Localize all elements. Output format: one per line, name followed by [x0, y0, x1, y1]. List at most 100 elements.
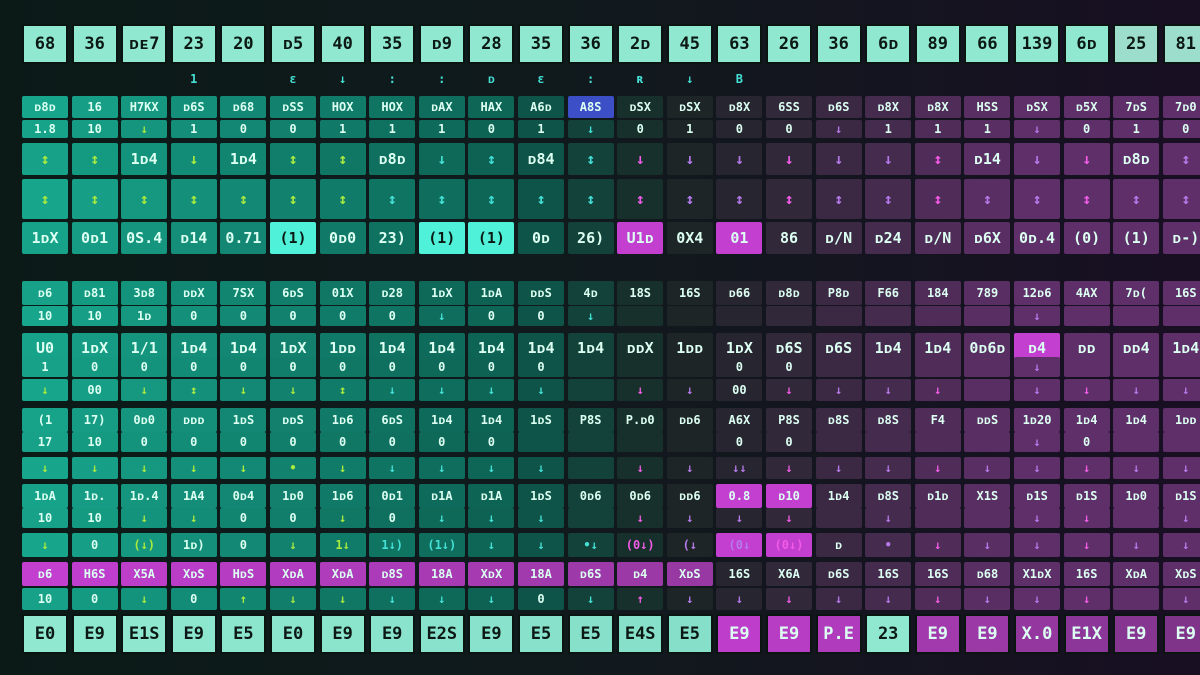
grid-cell — [666, 357, 713, 377]
grid-cell: ᴅ84 — [518, 143, 564, 175]
footer-cell: E5 — [567, 614, 614, 654]
grid-cell: ᴅ1A — [418, 484, 465, 508]
grid-cell: ↕ — [666, 179, 713, 219]
grid-cell: 1ᴅ6 — [319, 484, 366, 508]
grid-cell: ᴅ-) — [1162, 222, 1200, 254]
grid-cell: 16S — [1162, 281, 1200, 305]
grid-cell: 6SS — [766, 96, 812, 118]
grid-cell: ᴅ8S — [815, 408, 862, 432]
grid-cell: 1 — [914, 120, 961, 138]
grid-cell: ↓ — [468, 457, 515, 479]
grid-cell: 1 — [518, 120, 564, 138]
footer-cell: P.E — [815, 614, 862, 654]
grid-cell — [815, 432, 862, 452]
grid-cell: ᴅSX — [1014, 96, 1060, 118]
grid-cell: 0 — [766, 432, 812, 452]
grid-cell: 17 — [22, 432, 68, 452]
grid-cell: ᴅ14 — [964, 143, 1011, 175]
grid-cell: ↓ — [518, 508, 564, 528]
grid-cell — [1063, 357, 1110, 377]
grid-cell: ↓ — [567, 120, 614, 138]
header-mark: : — [586, 72, 595, 86]
grid-cell: 1.8 — [22, 120, 68, 138]
grid-cell: ↕ — [1063, 179, 1110, 219]
grid-cell: 0 — [170, 588, 217, 610]
grid-cell: ᴅSS — [270, 96, 316, 118]
grid-cell: ↓ — [865, 588, 912, 610]
grid-cell: F66 — [865, 281, 912, 305]
grid-cell: ↓ — [369, 457, 416, 479]
grid-cell: ᴅ1A — [468, 484, 515, 508]
grid-cell: ᴅ8ᴅ — [22, 96, 68, 118]
grid-cell: 10 — [22, 508, 68, 528]
grid-cell: 1↓) — [369, 533, 416, 557]
grid-cell: ↓ — [815, 457, 862, 479]
grid-cell — [914, 306, 961, 326]
grid-cell: ᴅ8X — [716, 96, 763, 118]
grid-cell: 17) — [71, 408, 118, 432]
grid-cell: ↓ — [964, 533, 1011, 557]
header-cell: 68 — [22, 24, 68, 64]
grid-cell: 7ᴅS — [1113, 96, 1160, 118]
grid-cell — [914, 357, 961, 377]
grid-cell: ↓ — [418, 379, 465, 401]
grid-cell: 0 — [369, 432, 416, 452]
grid-cell: ᴅ1S — [1014, 484, 1060, 508]
grid-cell: ↓ — [567, 306, 614, 326]
grid-cell: ↓ — [418, 306, 465, 326]
grid-cell: ᴅ5X — [1063, 96, 1110, 118]
grid-cell — [1113, 508, 1160, 528]
grid-cell: ↓ — [220, 457, 267, 479]
grid-cell: 0 — [468, 432, 515, 452]
grid-cell: ↓ — [418, 457, 465, 479]
footer-cell: E9 — [964, 614, 1011, 654]
grid-cell: 1ᴅ4 — [418, 408, 465, 432]
header-cell: 40 — [319, 24, 366, 64]
grid-cell: ↕ — [319, 179, 366, 219]
grid-cell — [865, 432, 912, 452]
grid-cell: ᴅ28 — [369, 281, 416, 305]
grid-cell — [617, 432, 664, 452]
footer-cell: E1S — [121, 614, 168, 654]
grid-cell: ↕ — [170, 379, 217, 401]
grid-cell — [567, 357, 614, 377]
grid-cell — [865, 357, 912, 377]
footer-cell: E0 — [22, 614, 68, 654]
grid-cell — [815, 306, 862, 326]
grid-cell: ᴅ6S — [170, 96, 217, 118]
footer-cell: E1X — [1063, 614, 1110, 654]
grid-cell: ↓ — [1014, 508, 1060, 528]
grid-cell: ↕ — [567, 143, 614, 175]
grid-cell: ᴅ1S — [1162, 484, 1200, 508]
grid-cell: 0 — [617, 120, 664, 138]
grid-cell — [567, 432, 614, 452]
grid-cell: A8S — [567, 96, 614, 118]
grid-cell: 0 — [170, 357, 217, 377]
grid-cell — [1113, 432, 1160, 452]
header-mark: ↓ — [686, 72, 694, 86]
grid-cell: XᴅA — [1113, 562, 1160, 586]
grid-cell: ↓ — [270, 588, 316, 610]
grid-cell: ᴅSX — [617, 96, 664, 118]
grid-cell: ↕ — [1162, 179, 1200, 219]
grid-cell: ↓ — [121, 457, 168, 479]
grid-cell: ᴅ8X — [865, 96, 912, 118]
grid-cell — [1113, 306, 1160, 326]
grid-cell: 0 — [418, 357, 465, 377]
grid-cell: ↕ — [914, 179, 961, 219]
grid-cell: ↓ — [617, 508, 664, 528]
grid-cell: ↓ — [121, 120, 168, 138]
grid-cell: ↓ — [865, 143, 912, 175]
grid-cell: ↓ — [319, 508, 366, 528]
grid-cell: F4 — [914, 408, 961, 432]
grid-cell: ᴅ68 — [220, 96, 267, 118]
grid-cell: ᴅAX — [418, 96, 465, 118]
grid-cell: 1ᴅ4 — [1113, 408, 1160, 432]
header-cell: 20 — [220, 24, 267, 64]
grid-cell: 1ᴅᴅ — [1162, 408, 1200, 432]
grid-cell: ↕ — [418, 179, 465, 219]
grid-cell: ↓ — [1113, 379, 1160, 401]
header-cell: ᴅ9 — [418, 24, 465, 64]
header-cell: 36 — [71, 24, 118, 64]
grid-cell: ᴅ6S — [815, 96, 862, 118]
